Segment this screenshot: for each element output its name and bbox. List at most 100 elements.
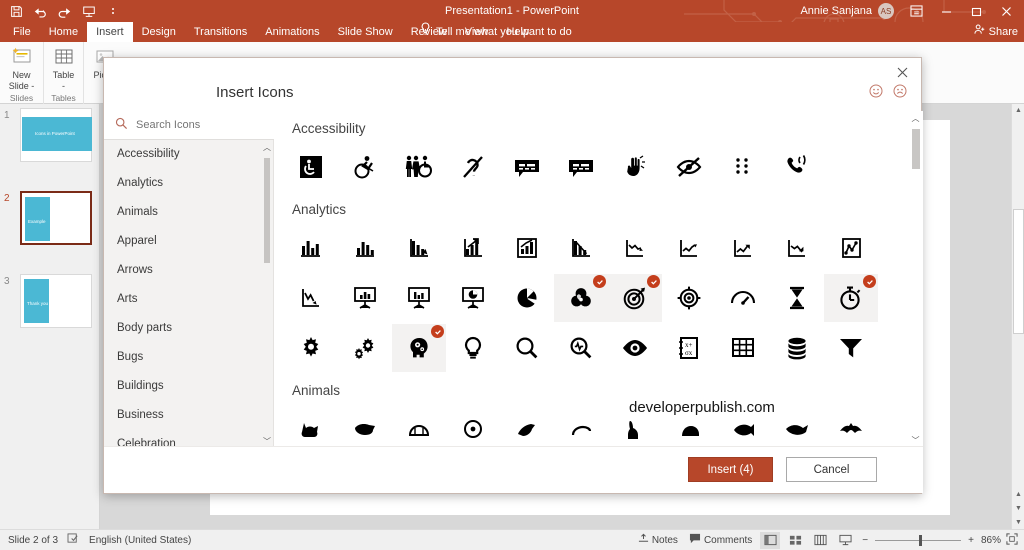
- icon-line-chart-up-icon[interactable]: [662, 224, 716, 272]
- zoom-out-button[interactable]: −: [860, 535, 870, 546]
- icon-cat-icon[interactable]: [284, 405, 338, 448]
- smiley-happy-icon[interactable]: [869, 84, 883, 98]
- category-item-bugs[interactable]: Bugs: [104, 343, 274, 372]
- icon-bat-icon[interactable]: [824, 405, 878, 448]
- icon-formula-notebook-icon[interactable]: x+σx: [662, 324, 716, 372]
- icon-turtle-icon[interactable]: [392, 405, 446, 448]
- icon-magnifier-icon[interactable]: [500, 324, 554, 372]
- icon-deaf-ear-icon[interactable]: [446, 143, 500, 191]
- category-scrollbar-thumb[interactable]: [264, 158, 270, 263]
- search-input[interactable]: [134, 118, 254, 132]
- icon-database-icon[interactable]: [770, 324, 824, 372]
- scrollbar-thumb[interactable]: [1013, 209, 1024, 334]
- icon-line-chart-arrow-down-icon[interactable]: [770, 224, 824, 272]
- icon-gallery-scrollbar[interactable]: ︿ ﹀: [908, 111, 923, 448]
- icon-wheelchair-athlete-icon[interactable]: [338, 143, 392, 191]
- share-button[interactable]: Share: [974, 22, 1018, 42]
- tab-home[interactable]: Home: [40, 22, 87, 42]
- icon-crosshair-target-icon[interactable]: [662, 274, 716, 322]
- chevron-up-icon[interactable]: ︿: [908, 111, 923, 126]
- icon-table-grid-icon[interactable]: [716, 324, 770, 372]
- fit-to-window-icon[interactable]: [1006, 533, 1018, 548]
- slideshow-view-icon[interactable]: [835, 532, 855, 549]
- icon-eye-icon[interactable]: [608, 324, 662, 372]
- icon-gauge-meter-icon[interactable]: [716, 274, 770, 322]
- icon-stopwatch-icon[interactable]: [824, 274, 878, 322]
- icon-presentation-bar-chart-icon[interactable]: [338, 274, 392, 322]
- icon-gear-icon[interactable]: [284, 324, 338, 372]
- close-icon[interactable]: [992, 0, 1020, 22]
- icon-scatter-line-chart-icon[interactable]: [824, 224, 878, 272]
- slide-thumbnail-preview[interactable]: Thank you: [20, 274, 92, 328]
- zoom-slider[interactable]: [875, 533, 961, 547]
- tab-transitions[interactable]: Transitions: [185, 22, 256, 42]
- category-scrollbar[interactable]: ︿ ﹀: [261, 140, 273, 448]
- category-item-animals[interactable]: Animals: [104, 198, 274, 227]
- icon-magnifier-pulse-icon[interactable]: [554, 324, 608, 372]
- slide-indicator[interactable]: Slide 2 of 3: [8, 535, 58, 546]
- scrollbar-thumb[interactable]: [912, 129, 920, 169]
- reading-view-icon[interactable]: [810, 532, 830, 549]
- icon-hourglass-icon[interactable]: [770, 274, 824, 322]
- icon-braille-dots-icon[interactable]: [716, 143, 770, 191]
- tell-me-search[interactable]: Tell me what you want to do: [420, 22, 572, 42]
- icon-presentation-pie-chart-icon[interactable]: [446, 274, 500, 322]
- icon-snail-icon[interactable]: [446, 405, 500, 448]
- icon-presentation-column-chart-icon[interactable]: [392, 274, 446, 322]
- slide-sorter-icon[interactable]: [785, 532, 805, 549]
- tab-animations[interactable]: Animations: [256, 22, 328, 42]
- icon-zigzag-chart-icon[interactable]: [284, 274, 338, 322]
- normal-view-icon[interactable]: [760, 532, 780, 549]
- icon-target-dart-icon[interactable]: [608, 274, 662, 322]
- slide-thumbnail-preview[interactable]: Icons in PowerPoint: [20, 108, 92, 162]
- icon-funnel-filter-icon[interactable]: [824, 324, 878, 372]
- tab-file[interactable]: File: [4, 22, 40, 42]
- category-item-buildings[interactable]: Buildings: [104, 372, 274, 401]
- comments-button[interactable]: Comments: [686, 533, 755, 547]
- icon-head-gears-icon[interactable]: [392, 324, 446, 372]
- icon-column-chart-icon[interactable]: [338, 224, 392, 272]
- icon-whale-icon[interactable]: [770, 405, 824, 448]
- zoom-slider-handle[interactable]: [919, 535, 922, 546]
- spellcheck-icon[interactable]: [67, 533, 80, 547]
- icon-sign-language-hand-icon[interactable]: [608, 143, 662, 191]
- new-slide-button[interactable]: New Slide -: [6, 42, 37, 91]
- slide-thumbnail-panel[interactable]: 1 Icons in PowerPoint 2 Example 3 Thank …: [0, 104, 100, 529]
- previous-slide-icon[interactable]: ▲: [1012, 488, 1024, 501]
- category-item-body-parts[interactable]: Body parts: [104, 314, 274, 343]
- icon-accessible-restroom-icon[interactable]: [392, 143, 446, 191]
- icon-gears-icon[interactable]: [338, 324, 392, 372]
- icon-bar-chart-icon[interactable]: [284, 224, 338, 272]
- category-item-analytics[interactable]: Analytics: [104, 169, 274, 198]
- slide-thumbnail-3[interactable]: 3 Thank you: [0, 274, 99, 353]
- icon-lightbulb-icon[interactable]: [446, 324, 500, 372]
- search-box[interactable]: [104, 111, 274, 140]
- slide-thumbnail-preview[interactable]: Example: [20, 191, 92, 245]
- notes-button[interactable]: Notes: [635, 533, 681, 547]
- icon-closed-caption-icon[interactable]: [500, 143, 554, 191]
- icon-wheelchair-sign-icon[interactable]: [284, 143, 338, 191]
- icon-bar-chart-up-arrow-icon[interactable]: [446, 224, 500, 272]
- category-list[interactable]: Accessibility Analytics Animals Apparel …: [104, 140, 274, 448]
- category-item-accessibility[interactable]: Accessibility: [104, 140, 274, 169]
- icon-bar-chart-declining-icon[interactable]: [554, 224, 608, 272]
- icon-closed-caption-alt-icon[interactable]: [554, 143, 608, 191]
- icon-venn-diagram-icon[interactable]: [554, 274, 608, 322]
- icon-blind-eye-icon[interactable]: [662, 143, 716, 191]
- slide-thumbnail-2[interactable]: 2 Example: [0, 191, 99, 270]
- tab-slide-show[interactable]: Slide Show: [329, 22, 402, 42]
- icon-dog-icon[interactable]: [338, 405, 392, 448]
- chevron-up-icon[interactable]: ︿: [261, 140, 273, 154]
- smiley-sad-icon[interactable]: [893, 84, 907, 98]
- tab-insert[interactable]: Insert: [87, 22, 133, 42]
- category-item-business[interactable]: Business: [104, 401, 274, 430]
- icon-bar-chart-down-arrow-icon[interactable]: [392, 224, 446, 272]
- scrollbar-track[interactable]: [912, 126, 920, 433]
- insert-button[interactable]: Insert (4): [688, 457, 773, 482]
- avatar[interactable]: AS: [878, 3, 894, 19]
- icon-chick-icon[interactable]: [554, 405, 608, 448]
- restore-icon[interactable]: [962, 0, 990, 22]
- next-slide-icon[interactable]: ▼: [1012, 502, 1024, 515]
- minimize-icon[interactable]: [932, 0, 960, 22]
- zoom-in-button[interactable]: +: [966, 535, 976, 546]
